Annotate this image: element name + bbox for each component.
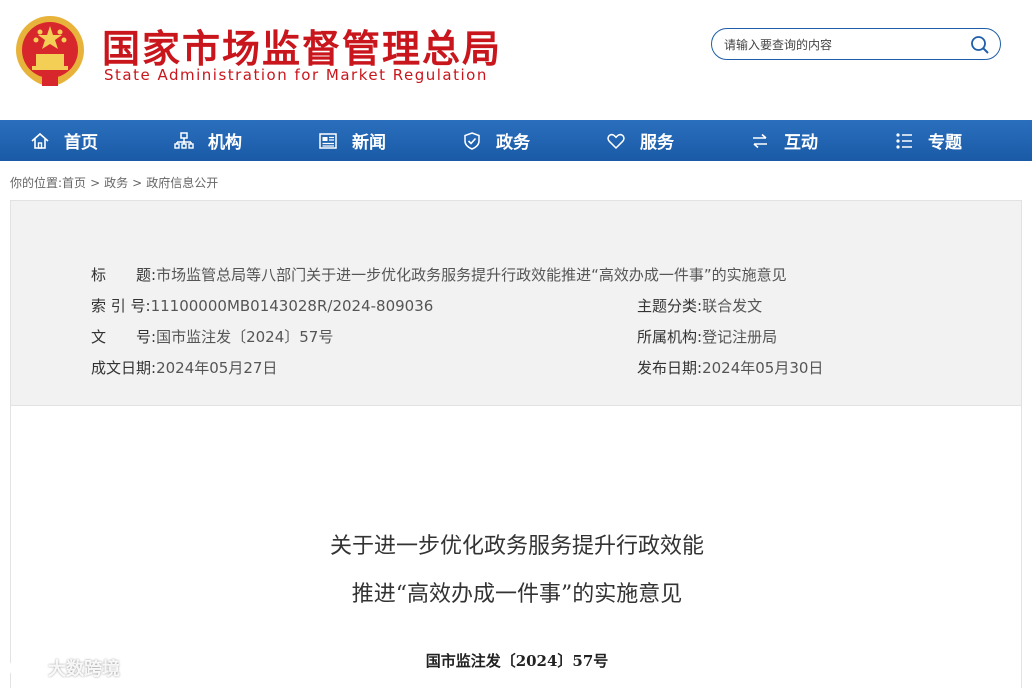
national-emblem-icon[interactable] bbox=[14, 14, 86, 90]
meta-org-value[interactable]: 登记注册局 bbox=[702, 328, 777, 346]
nav-label-service: 服务 bbox=[640, 133, 674, 153]
site-header: 国家市场监督管理总局 State Administration for Mark… bbox=[0, 0, 1032, 120]
nav-label-news: 新闻 bbox=[352, 133, 386, 153]
nav-label-org: 机构 bbox=[208, 133, 242, 153]
breadcrumb-home[interactable]: 首页 bbox=[62, 176, 86, 190]
nav-label-interaction: 互动 bbox=[784, 133, 818, 153]
search-input[interactable] bbox=[722, 33, 966, 57]
nav-label-affairs: 政务 bbox=[496, 133, 530, 153]
search-box bbox=[711, 28, 1001, 60]
breadcrumb-gov-info[interactable]: 政府信息公开 bbox=[146, 176, 218, 190]
document-title-line-2[interactable]: 推进“高效办成一件事”的实施意见 bbox=[11, 576, 1023, 608]
meta-doc-number-value[interactable]: 国市监注发〔2024〕57号 bbox=[156, 328, 333, 346]
meta-doc-number-row: 文 号:国市监注发〔2024〕57号 bbox=[91, 326, 333, 347]
meta-doc-number-label: 文 号: bbox=[91, 328, 157, 346]
meta-published-row: 发布日期:2024年05月30日 bbox=[637, 357, 823, 378]
meta-category-value[interactable]: 联合发文 bbox=[702, 297, 762, 315]
main-nav: 首页 机构 新闻 政务 服务 互动 专题 bbox=[0, 120, 1032, 161]
meta-created-label: 成文日期: bbox=[91, 359, 157, 377]
nav-label-home: 首页 bbox=[64, 133, 98, 153]
meta-index-row: 索 引 号:11100000MB0143028R/2024-809036 bbox=[91, 295, 433, 316]
watermark-text: 大数跨境 bbox=[48, 659, 120, 680]
newspaper-icon bbox=[319, 132, 337, 149]
document-meta-box: 标 题:市场监管总局等八部门关于进一步优化政务服务提升行政效能推进“高效办成一件… bbox=[10, 200, 1022, 406]
watermark: 大数跨境 bbox=[8, 655, 120, 681]
heart-icon bbox=[607, 133, 625, 149]
meta-org-row: 所属机构:登记注册局 bbox=[637, 326, 777, 347]
meta-created-row: 成文日期:2024年05月27日 bbox=[91, 357, 277, 378]
site-title-cn[interactable]: 国家市场监督管理总局 bbox=[102, 18, 502, 73]
document-content: 关于进一步优化政务服务提升行政效能 推进“高效办成一件事”的实施意见 国市监注发… bbox=[10, 406, 1022, 688]
org-chart-icon bbox=[174, 131, 194, 149]
meta-org-label: 所属机构: bbox=[637, 328, 703, 346]
meta-published-value[interactable]: 2024年05月30日 bbox=[702, 359, 823, 377]
list-icon bbox=[896, 132, 912, 149]
nav-label-topics: 专题 bbox=[928, 133, 962, 153]
meta-title-label: 标 题: bbox=[91, 266, 157, 284]
site-title-en[interactable]: State Administration for Market Regulati… bbox=[104, 66, 488, 84]
nav-item-news[interactable]: 新闻 bbox=[318, 120, 386, 161]
nav-item-topics[interactable]: 专题 bbox=[894, 120, 962, 161]
document-number[interactable]: 国市监注发〔2024〕57号 bbox=[11, 650, 1023, 671]
breadcrumb-separator: > bbox=[132, 176, 143, 190]
meta-title-value[interactable]: 市场监管总局等八部门关于进一步优化政务服务提升行政效能推进“高效办成一件事”的实… bbox=[156, 266, 787, 284]
meta-category-row: 主题分类:联合发文 bbox=[637, 295, 762, 316]
nav-item-affairs[interactable]: 政务 bbox=[462, 120, 530, 161]
nav-item-org[interactable]: 机构 bbox=[174, 120, 242, 161]
nav-item-service[interactable]: 服务 bbox=[606, 120, 674, 161]
home-icon bbox=[31, 132, 49, 149]
watermark-logo-icon bbox=[9, 659, 43, 677]
meta-created-value[interactable]: 2024年05月27日 bbox=[156, 359, 277, 377]
meta-published-label: 发布日期: bbox=[637, 359, 703, 377]
meta-index-value[interactable]: 11100000MB0143028R/2024-809036 bbox=[151, 297, 434, 315]
breadcrumb: 你的位置:首页 > 政务 > 政府信息公开 bbox=[10, 174, 218, 191]
breadcrumb-prefix: 你的位置: bbox=[10, 176, 63, 190]
nav-item-interaction[interactable]: 互动 bbox=[750, 120, 818, 161]
shield-icon bbox=[464, 131, 480, 150]
meta-index-label: 索 引 号: bbox=[91, 297, 151, 315]
meta-title-row: 标 题:市场监管总局等八部门关于进一步优化政务服务提升行政效能推进“高效办成一件… bbox=[91, 264, 787, 285]
search-icon[interactable] bbox=[970, 35, 990, 55]
document-title-line-1[interactable]: 关于进一步优化政务服务提升行政效能 bbox=[11, 528, 1023, 560]
meta-category-label: 主题分类: bbox=[637, 297, 703, 315]
nav-item-home[interactable]: 首页 bbox=[30, 120, 98, 161]
breadcrumb-separator: > bbox=[90, 176, 101, 190]
exchange-arrows-icon bbox=[753, 133, 767, 148]
breadcrumb-affairs[interactable]: 政务 bbox=[104, 176, 128, 190]
